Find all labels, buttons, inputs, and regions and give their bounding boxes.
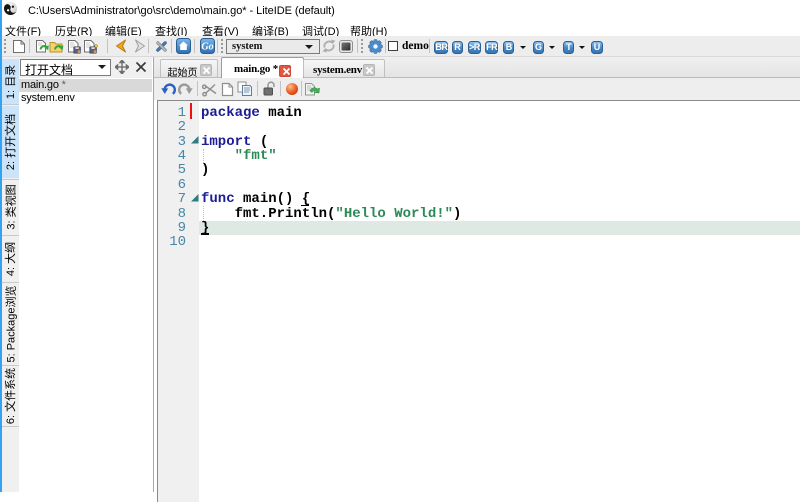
svg-text:Go: Go — [201, 42, 213, 53]
